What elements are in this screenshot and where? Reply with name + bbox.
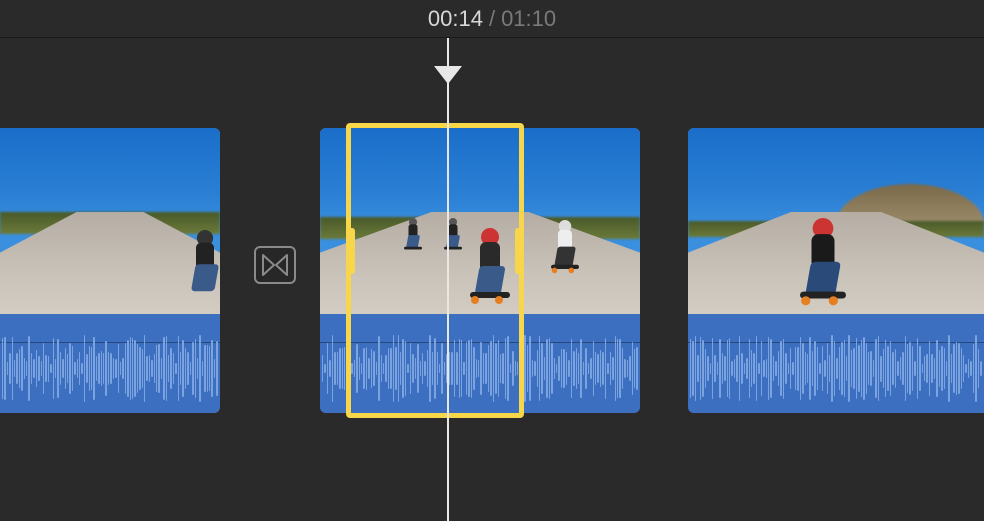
transition-icon[interactable] (254, 246, 296, 284)
timeline-clip[interactable] (688, 128, 984, 413)
timeline[interactable] (0, 38, 984, 521)
playhead-line[interactable] (447, 38, 449, 521)
playhead-marker[interactable] (434, 66, 462, 86)
clip-thumbnail (688, 128, 984, 314)
timecode-separator: / (489, 6, 495, 32)
clip-edge-handle[interactable] (661, 206, 671, 276)
timeline-clip[interactable] (0, 128, 220, 413)
timecode-display: 00:14 / 01:10 (0, 0, 984, 38)
clip-audio-waveform (688, 314, 984, 413)
clip-thumbnail (0, 128, 220, 314)
timecode-total: 01:10 (501, 6, 556, 32)
range-handle-left[interactable] (348, 228, 355, 274)
clip-audio-waveform (0, 314, 220, 413)
range-selection[interactable] (346, 123, 524, 418)
timecode-current: 00:14 (428, 6, 483, 32)
range-handle-right[interactable] (515, 228, 522, 274)
